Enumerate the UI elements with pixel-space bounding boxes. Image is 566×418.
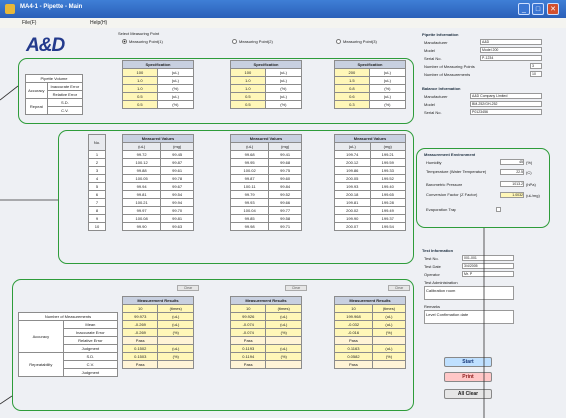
leader-line-results: [0, 395, 13, 405]
main-window: MA4-1 - Pipette - Main _ □ ✕ File(F) Hel…: [0, 0, 566, 418]
leader-lines: [0, 85, 485, 418]
leader-line-spec: [0, 85, 19, 101]
